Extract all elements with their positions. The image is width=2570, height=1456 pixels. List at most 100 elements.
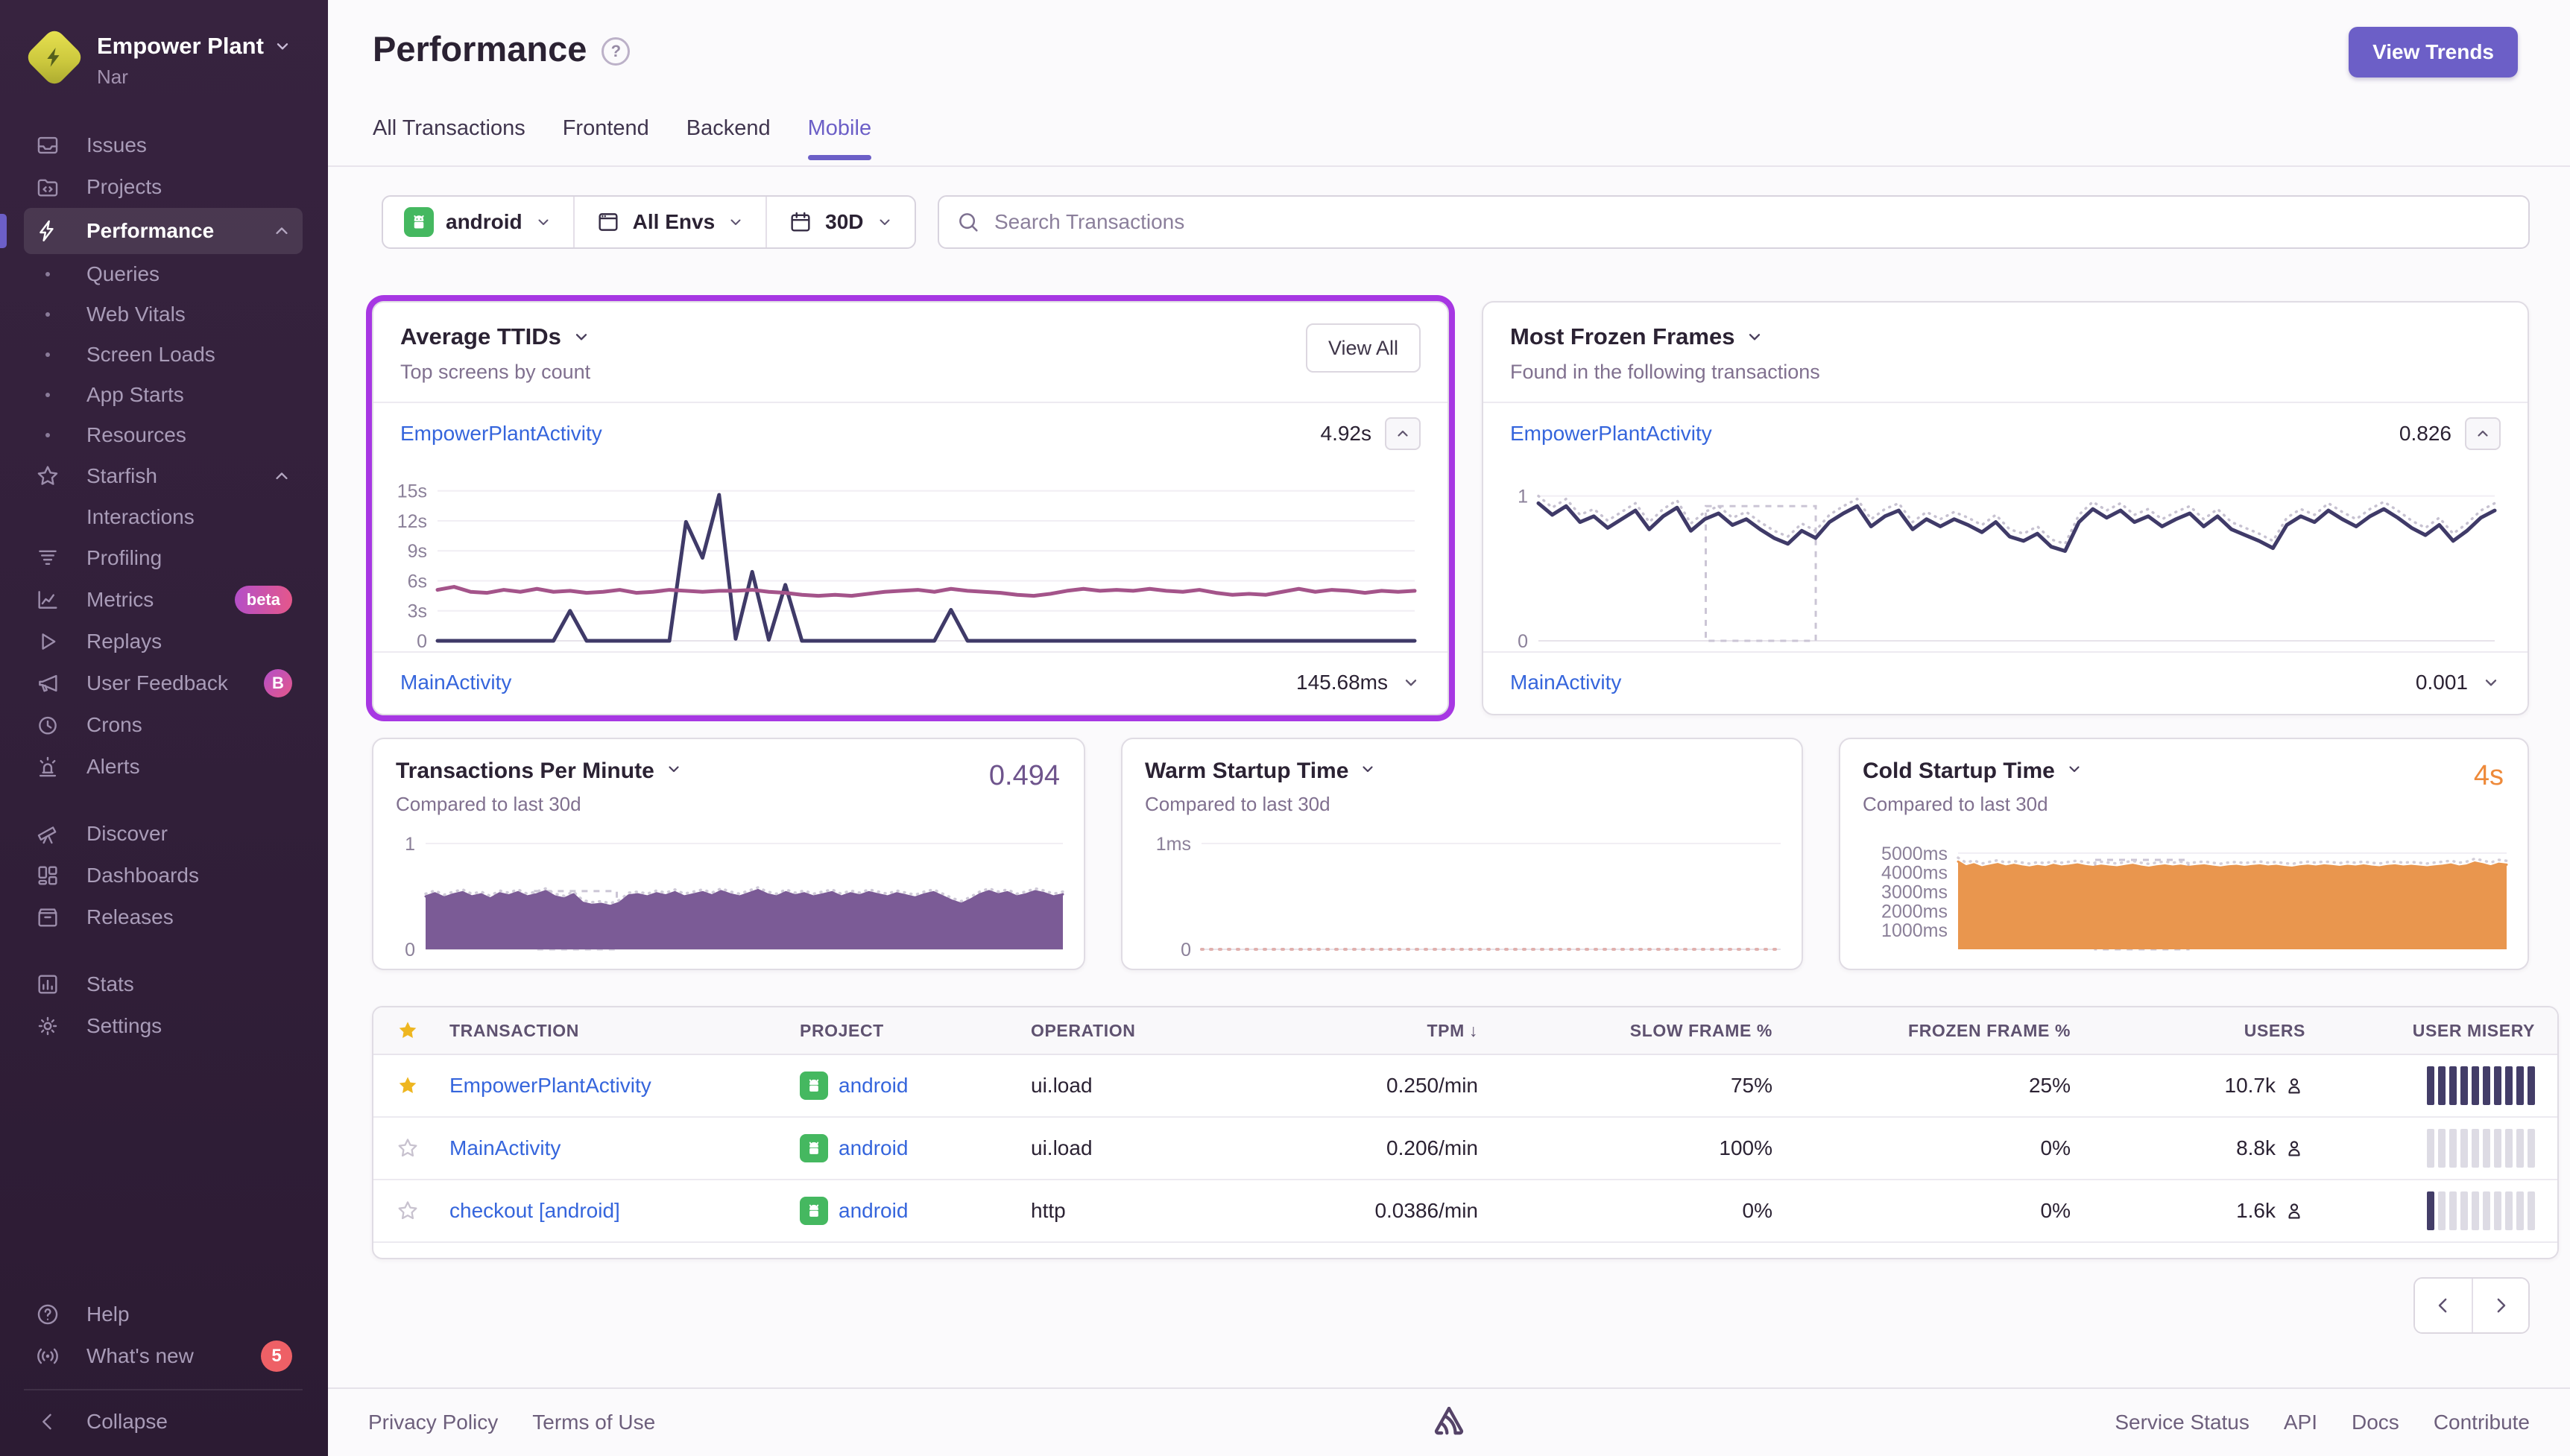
column-header-tpm[interactable]: TPM ↓: [1277, 1021, 1478, 1041]
transaction-link[interactable]: MainActivity: [449, 1136, 800, 1160]
sidebar-item-screen-loads[interactable]: Screen Loads: [24, 335, 303, 375]
sidebar-item-starfish[interactable]: Starfish: [24, 455, 303, 497]
date-range-filter[interactable]: 30D: [765, 197, 914, 247]
footer-link-service-status[interactable]: Service Status: [2115, 1411, 2249, 1434]
column-header-user-misery[interactable]: USER MISERY: [2305, 1021, 2535, 1041]
collapse-row-button[interactable]: [1385, 417, 1421, 450]
transaction-link[interactable]: EmpowerPlantActivity: [449, 1074, 800, 1098]
transaction-link[interactable]: EmpowerPlantActivity: [1510, 422, 1712, 446]
table-header-row: TRANSACTION PROJECT OPERATION TPM ↓ SLOW FRAM…: [373, 1007, 2557, 1055]
series-previous-period: [1537, 494, 2496, 545]
warm-startup-subtitle: Compared to last 30d: [1145, 793, 1330, 815]
collapse-row-button[interactable]: [2465, 417, 2501, 450]
transaction-link[interactable]: checkout [android]: [449, 1199, 800, 1223]
android-icon: [800, 1134, 828, 1162]
transaction-link[interactable]: MainActivity: [400, 671, 511, 694]
warm-startup-dropdown[interactable]: Warm Startup Time: [1145, 759, 1779, 784]
cold-startup-dropdown[interactable]: Cold Startup Time: [1863, 759, 2505, 784]
sidebar-item-dashboards[interactable]: Dashboards: [24, 855, 303, 896]
expand-row-button[interactable]: [2481, 673, 2501, 692]
transaction-link[interactable]: MainActivity: [1510, 671, 1621, 694]
crons-icon: [34, 712, 61, 738]
sidebar-item-performance[interactable]: Performance: [0, 208, 303, 254]
sidebar-item-projects[interactable]: Projects: [24, 166, 303, 208]
sidebar-item-help[interactable]: Help: [24, 1294, 303, 1335]
sidebar-item-queries[interactable]: Queries: [24, 254, 303, 294]
svg-text:9s: 9s: [408, 541, 427, 562]
tpm-dropdown[interactable]: Transactions Per Minute: [396, 759, 1061, 784]
transaction-link[interactable]: EmpowerPlantActivity: [400, 422, 602, 446]
column-header-project[interactable]: PROJECT: [800, 1021, 1031, 1041]
star-outline-icon[interactable]: [396, 1136, 449, 1160]
cold-startup-value: 4s: [2473, 760, 2504, 791]
column-header-users[interactable]: USERS: [2071, 1021, 2305, 1041]
chevron-down-icon: [1745, 327, 1764, 346]
sort-desc-icon: ↓: [1468, 1020, 1478, 1040]
search-input[interactable]: [938, 195, 2530, 249]
view-trends-button[interactable]: View Trends: [2349, 27, 2518, 77]
environment-filter[interactable]: All Envs: [572, 197, 765, 247]
expand-row-button[interactable]: [1401, 673, 1421, 692]
column-header-transaction[interactable]: TRANSACTION: [449, 1021, 800, 1041]
previous-page-button[interactable]: [2415, 1279, 2472, 1332]
sidebar-item-user-feedback[interactable]: User Feedback B: [24, 662, 303, 704]
slow-frame-cell: 75%: [1730, 1074, 1772, 1097]
project-link[interactable]: android: [839, 1199, 908, 1223]
help-icon[interactable]: ?: [602, 37, 631, 66]
sidebar-item-app-starts[interactable]: App Starts: [24, 375, 303, 415]
sidebar-item-collapse[interactable]: Collapse: [24, 1401, 303, 1443]
tab-frontend[interactable]: Frontend: [563, 116, 649, 159]
footer-link-contribute[interactable]: Contribute: [2434, 1411, 2530, 1434]
chevron-left-icon: [34, 1408, 61, 1435]
svg-text:2000ms: 2000ms: [1881, 901, 1948, 922]
sidebar-item-issues[interactable]: Issues: [24, 124, 303, 166]
ttid-value: 4.92s: [1320, 422, 1372, 445]
sidebar-item-alerts[interactable]: Alerts: [24, 746, 303, 788]
user-feedback-icon: [34, 670, 61, 697]
project-link[interactable]: android: [839, 1136, 908, 1160]
column-header-frozen-frame[interactable]: FROZEN FRAME %: [1772, 1021, 2071, 1041]
column-header-operation[interactable]: OPERATION: [1031, 1021, 1277, 1041]
footer-link-api[interactable]: API: [2284, 1411, 2317, 1434]
sidebar-item-replays[interactable]: Replays: [24, 621, 303, 662]
sidebar-item-profiling[interactable]: Profiling: [24, 537, 303, 579]
tab-all-transactions[interactable]: All Transactions: [373, 116, 525, 159]
project-link[interactable]: android: [839, 1074, 908, 1098]
footer-link-docs[interactable]: Docs: [2352, 1411, 2399, 1434]
sidebar-item-discover[interactable]: Discover: [24, 813, 303, 855]
chevron-right-icon: [2497, 1298, 2506, 1313]
tab-backend[interactable]: Backend: [686, 116, 771, 159]
star-column-header[interactable]: [396, 1019, 449, 1042]
chevron-down-icon: [665, 759, 683, 784]
next-page-button[interactable]: [2472, 1279, 2528, 1332]
search-box: [938, 195, 2530, 249]
column-header-slow-frame[interactable]: SLOW FRAME %: [1478, 1021, 1772, 1041]
tpm-chart-svg: 10: [405, 834, 1064, 960]
sidebar-item-metrics[interactable]: Metrics beta: [24, 579, 303, 621]
org-switcher[interactable]: Empower Plant Nar: [0, 0, 328, 89]
sidebar-item-settings[interactable]: Settings: [24, 1005, 303, 1047]
tab-mobile[interactable]: Mobile: [807, 116, 872, 160]
star-outline-icon[interactable]: [396, 1199, 449, 1223]
footer-link-terms-of-use[interactable]: Terms of Use: [532, 1411, 655, 1434]
sidebar-item-interactions[interactable]: Interactions: [24, 497, 303, 537]
badge-5: 5: [261, 1341, 292, 1372]
table-row: MainActivity android ui.load 0.206/min 100% 0…: [373, 1118, 2557, 1180]
project-filter[interactable]: android: [383, 197, 573, 247]
most-frozen-frames-dropdown[interactable]: Most Frozen Frames: [1510, 323, 1820, 350]
warm-startup-time-card: Warm Startup Time Compared to last 30d 1…: [1121, 738, 1803, 970]
frozen-frames-value: 0.001: [2415, 671, 2468, 694]
average-ttids-dropdown[interactable]: Average TTIDs: [400, 323, 591, 350]
sidebar-item-crons[interactable]: Crons: [24, 704, 303, 746]
whats-new-icon: [34, 1343, 61, 1370]
sidebar-item-resources[interactable]: Resources: [24, 415, 303, 455]
android-icon: [800, 1072, 828, 1100]
sidebar-item-what-s-new[interactable]: What's new 5: [24, 1335, 303, 1377]
view-all-button[interactable]: View All: [1305, 323, 1421, 373]
sidebar-item-releases[interactable]: Releases: [24, 896, 303, 938]
star-filled-icon[interactable]: [396, 1074, 449, 1098]
sidebar-item-stats[interactable]: Stats: [24, 963, 303, 1005]
settings-icon: [34, 1013, 61, 1039]
sidebar-item-web-vitals[interactable]: Web Vitals: [24, 294, 303, 335]
footer-link-privacy-policy[interactable]: Privacy Policy: [368, 1411, 498, 1434]
